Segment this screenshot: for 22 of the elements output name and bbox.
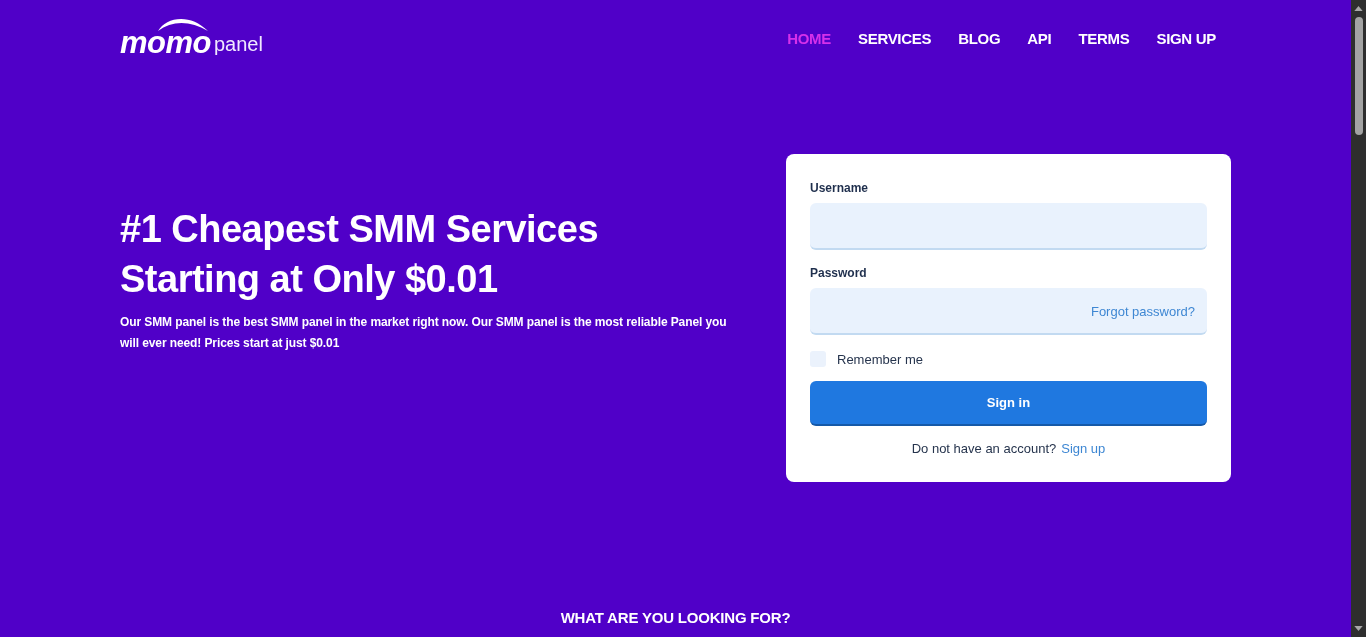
sign-up-link[interactable]: Sign up <box>1061 441 1106 456</box>
logo-text[interactable]: panel <box>214 32 263 56</box>
logo-swoosh-icon <box>158 16 208 31</box>
scrollbar-thumb[interactable] <box>1354 17 1363 135</box>
scrollbar[interactable] <box>1351 0 1366 637</box>
nav-link[interactable]: SERVICES <box>857 29 932 47</box>
hero-heading: #1 Cheapest SMM Services Starting at Only $0.01 <box>120 207 599 302</box>
scroll-up-icon[interactable] <box>1354 6 1363 11</box>
section-heading: WHAT ARE YOU LOOKING FOR? <box>560 608 791 628</box>
remember-label: Remember me <box>837 351 923 367</box>
field-label: Password <box>810 266 868 280</box>
sign-in-button[interactable]: Sign in <box>810 381 1207 426</box>
nav-link[interactable]: API <box>1027 29 1052 47</box>
hero-paragraph: Our SMM panel is the best SMM panel in the market right now. Our SMM panel is the most reliable Panel you will ever need! Prices start at just $0.01 <box>120 314 728 352</box>
logo-wordmark[interactable]: momo <box>120 27 211 59</box>
nav-link[interactable]: TERMS <box>1078 29 1130 47</box>
nav-link[interactable]: SIGN UP <box>1156 29 1216 47</box>
field-label: Username <box>810 181 870 195</box>
signup-prompt: Do not have an account? <box>911 441 1057 456</box>
input-field[interactable] <box>810 203 1207 250</box>
scroll-down-icon[interactable] <box>1354 626 1363 631</box>
nav-link[interactable]: BLOG <box>958 29 1001 47</box>
